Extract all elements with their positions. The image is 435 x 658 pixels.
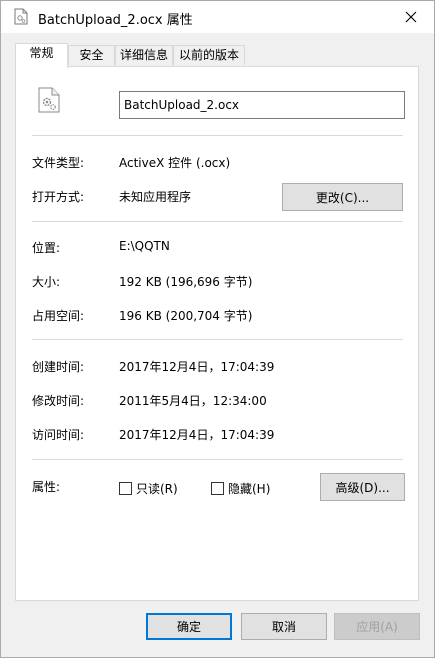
accessed-value: 2017年12月4日，17:04:39 xyxy=(119,428,275,442)
ok-button[interactable]: 确定 xyxy=(146,613,232,640)
modified-label: 修改时间: xyxy=(32,394,85,408)
size-on-disk-label: 占用空间: xyxy=(32,309,85,323)
accessed-label: 访问时间: xyxy=(32,428,85,442)
activex-file-icon xyxy=(38,87,60,113)
location-value: E:\QQTN xyxy=(119,239,170,253)
created-label: 创建时间: xyxy=(32,360,85,374)
created-value: 2017年12月4日，17:04:39 xyxy=(119,360,275,374)
window-title: BatchUpload_2.ocx 属性 xyxy=(38,13,193,28)
attributes-label: 属性: xyxy=(32,480,61,494)
opens-with-label: 打开方式: xyxy=(32,190,85,204)
readonly-checkbox[interactable]: 只读(R) xyxy=(119,480,178,497)
checkbox-box[interactable] xyxy=(211,482,224,495)
apply-button[interactable]: 应用(A) xyxy=(334,613,420,640)
size-on-disk-value: 196 KB (200,704 字节) xyxy=(119,309,253,323)
tab-strip: 常规 安全 详细信息 以前的版本 xyxy=(15,43,425,68)
change-button[interactable]: 更改(C)... xyxy=(282,183,403,211)
general-panel: 文件类型: ActiveX 控件 (.ocx) 打开方式: 未知应用程序 更改(… xyxy=(15,66,419,601)
tab-details[interactable]: 详细信息 xyxy=(115,45,173,65)
separator xyxy=(32,339,403,340)
tab-general[interactable]: 常规 xyxy=(15,43,68,68)
separator xyxy=(32,135,403,136)
cancel-button[interactable]: 取消 xyxy=(241,613,327,640)
close-icon xyxy=(405,11,417,23)
title-bar[interactable]: BatchUpload_2.ocx 属性 xyxy=(1,1,434,33)
file-icon xyxy=(14,8,28,25)
separator xyxy=(32,459,403,460)
tab-previous-versions[interactable]: 以前的版本 xyxy=(173,45,245,65)
modified-value: 2011年5月4日，12:34:00 xyxy=(119,394,267,408)
close-button[interactable] xyxy=(388,1,434,33)
opens-with-value: 未知应用程序 xyxy=(119,190,192,204)
size-value: 192 KB (196,696 字节) xyxy=(119,275,253,289)
location-label: 位置: xyxy=(32,241,61,255)
file-type-value: ActiveX 控件 (.ocx) xyxy=(119,156,231,170)
hidden-checkbox[interactable]: 隐藏(H) xyxy=(211,480,270,497)
file-name-input[interactable] xyxy=(119,91,405,119)
properties-dialog: BatchUpload_2.ocx 属性 常规 安全 详细信息 以前的版本 文件… xyxy=(0,0,435,658)
separator xyxy=(32,221,403,222)
size-label: 大小: xyxy=(32,275,61,289)
file-type-label: 文件类型: xyxy=(32,156,85,170)
tab-security[interactable]: 安全 xyxy=(68,45,115,65)
advanced-button[interactable]: 高级(D)... xyxy=(320,473,405,501)
checkbox-box[interactable] xyxy=(119,482,132,495)
